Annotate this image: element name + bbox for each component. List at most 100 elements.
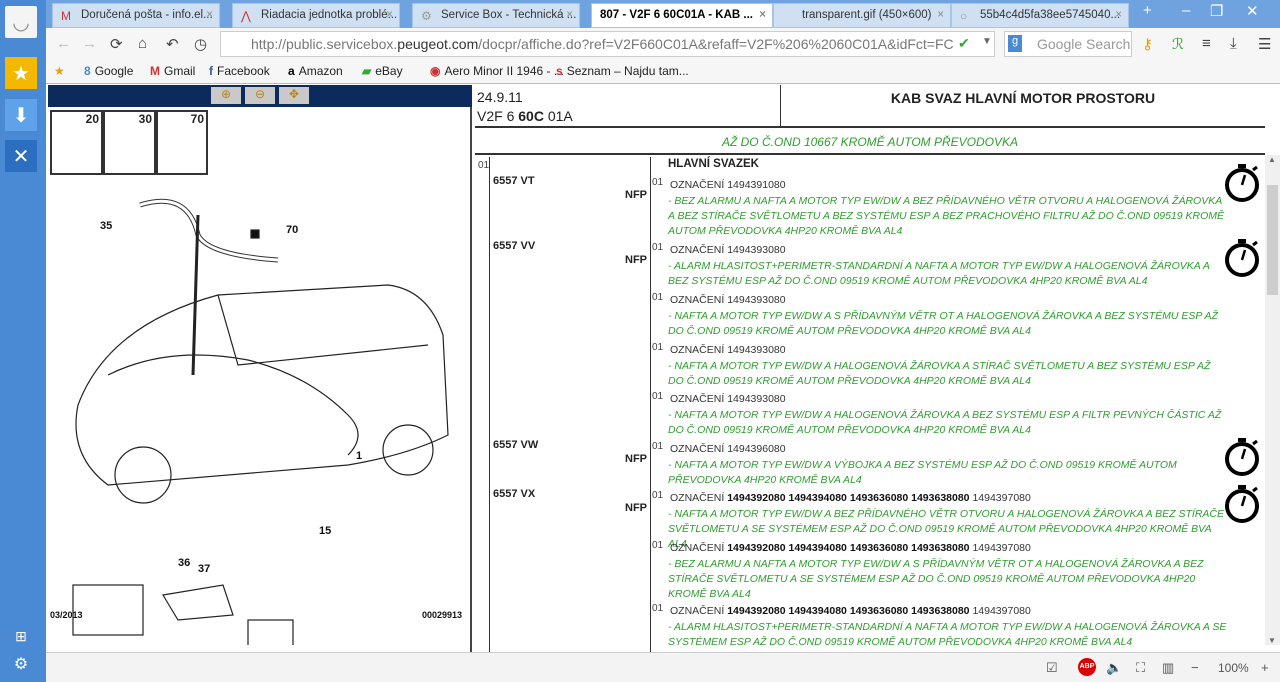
key-icon[interactable]: ⚷ [1142, 35, 1153, 53]
zoom-out-icon[interactable]: ⊖ [245, 87, 275, 104]
download-arrow-icon[interactable]: ⬇ [5, 99, 37, 131]
zoom-in-button[interactable]: + [1261, 660, 1269, 675]
tab-label: Doručená pošta - info.el... [81, 9, 213, 21]
new-tab-icon[interactable]: + [1143, 2, 1152, 19]
bookmark-6[interactable]: s Seznam – Najdu tam... [556, 64, 689, 78]
bookmark-label: eBay [375, 64, 403, 78]
close-tab-icon[interactable]: × [1115, 9, 1122, 21]
part-number: 6557 VW [493, 439, 539, 451]
page-icon: ○ [960, 9, 968, 23]
settings-gear-icon[interactable]: ⚙ [5, 648, 37, 680]
ebay-icon: ▰ [362, 64, 372, 78]
address-bar[interactable]: http://public.servicebox.peugeot.com/doc… [220, 31, 995, 57]
back-icon[interactable]: ← [56, 35, 71, 52]
lastpass-icon[interactable]: ℛ [1172, 35, 1184, 53]
fullscreen-icon[interactable]: ⛶ [1136, 660, 1145, 676]
code-part: V2F 6 [477, 108, 519, 124]
sound-icon[interactable]: 🔈 [1106, 660, 1122, 676]
forward-icon[interactable]: → [82, 35, 97, 52]
callout-36: 36 [178, 557, 191, 569]
thumb-part-70[interactable]: 70 [156, 110, 208, 175]
sidebar: ◡ ★ ⬇ ✕ ⊞ ⚙ [0, 0, 46, 682]
main-menu-icon[interactable]: ☰ [1258, 35, 1271, 53]
google-engine-icon[interactable]: g [1008, 35, 1022, 52]
zoom-in-icon[interactable]: ⊕ [211, 87, 241, 104]
history-clock-icon[interactable]: ◷ [194, 35, 207, 53]
activity-icon[interactable]: ☑ [1046, 660, 1058, 676]
reference-bold: 1494392080 1494394080 1493636080 1493638… [727, 492, 970, 504]
stopwatch-icon[interactable] [1223, 435, 1261, 477]
thumb-number: 30 [138, 112, 152, 126]
tab-0[interactable]: M Doručená pošta - info.el... × [52, 3, 220, 28]
close-tab-icon[interactable]: × [386, 9, 393, 21]
quantity: 01 [652, 177, 664, 188]
close-tab-icon[interactable]: × [566, 9, 573, 21]
smiley-icon[interactable]: ◡ [5, 6, 37, 38]
bookmark-0[interactable]: 8 Google [84, 64, 133, 78]
close-tab-icon[interactable]: × [206, 9, 213, 21]
reference-label: OZNAČENÍ [670, 443, 725, 455]
home-icon[interactable]: ⌂ [138, 35, 147, 52]
stopwatch-icon[interactable] [1223, 236, 1261, 278]
diagram-toolbar: ⊕ ⊖ ✥ [48, 85, 472, 107]
thumb-number: 20 [85, 112, 99, 126]
bookmark-label: Google [94, 64, 134, 78]
part-number: 6557 VX [493, 488, 536, 500]
adblock-icon[interactable]: ABP [1078, 658, 1096, 676]
callout-15: 15 [319, 525, 332, 537]
doc-header: 24.9.11 V2F 6 60C 01A KAB SVAZ HLAVNÍ MO… [475, 85, 1265, 128]
tab-4[interactable]: transparent.gif (450×600) × [773, 3, 951, 28]
plug-icon[interactable]: ✔ [958, 35, 970, 52]
stopwatch-icon[interactable] [1223, 482, 1261, 524]
bookmark-5[interactable]: ◉ Aero Minor II 1946 - ... [430, 64, 564, 78]
url-dropdown-icon[interactable]: ▼ [982, 36, 992, 47]
tab-5[interactable]: ○ 55b4c4d5fa38ee5745040... × [951, 3, 1129, 28]
gmail-icon: M [150, 64, 160, 78]
reference-number: 1494391080 [727, 179, 786, 191]
reference-line: OZNAČENÍ 1494393080 [670, 393, 786, 405]
tab-1[interactable]: ⋀ Riadacia jednotka problé... × [232, 3, 400, 28]
bookmark-label: Amazon [298, 64, 343, 78]
thumb-part-30[interactable]: 30 [103, 110, 156, 175]
close-window-icon[interactable]: ✕ [1246, 2, 1259, 20]
bookmark-4[interactable]: ▰ eBay [362, 64, 403, 78]
bookmark-3[interactable]: a Amazon [288, 64, 343, 78]
doc-date: 24.9.11 [477, 89, 523, 105]
menu-dropdown-icon[interactable]: ≡ [1202, 35, 1211, 52]
reference-line: OZNAČENÍ 1494393080 [670, 244, 786, 256]
thumb-part-20[interactable]: 20 [50, 110, 103, 175]
close-tab-icon[interactable]: × [759, 9, 766, 21]
part-number: 6557 VV [493, 240, 536, 252]
stopwatch-icon[interactable] [1223, 161, 1261, 203]
tools-icon[interactable]: ✕ [5, 140, 37, 172]
close-tab-icon[interactable]: × [937, 9, 944, 21]
undo-icon[interactable]: ↶ [166, 35, 179, 53]
search-placeholder: Google Search [1037, 36, 1131, 52]
star-icon[interactable]: ★ [5, 57, 37, 89]
search-input[interactable]: Google Search [1004, 31, 1132, 57]
bookmark-label: Aero Minor II 1946 - ... [444, 64, 564, 78]
reference-line: OZNAČENÍ 1494396080 [670, 443, 786, 455]
split-view-icon[interactable]: ▥ [1162, 660, 1174, 676]
tab-label: Service Box - Technická ... [441, 9, 577, 21]
zoom-out-button[interactable]: − [1191, 660, 1199, 675]
tab-3[interactable]: 807 - V2F 6 60C01A - KAB ... × [591, 3, 773, 28]
bookmark-2[interactable]: f Facebook [209, 64, 270, 78]
pan-zoom-icon[interactable]: ✥ [279, 87, 309, 104]
code-part: 01A [543, 108, 573, 124]
minimize-icon[interactable]: – [1182, 2, 1190, 19]
tab-2[interactable]: ⚙ Service Box - Technická ... × [412, 3, 580, 28]
nfp-label: NFP [625, 254, 647, 266]
bookmark-1[interactable]: M Gmail [150, 64, 195, 78]
download-icon[interactable]: ⤓ [1230, 35, 1237, 52]
reference-line: OZNAČENÍ 1494393080 [670, 294, 786, 306]
google-icon: 8 [84, 64, 91, 78]
reference-label: OZNAČENÍ [670, 244, 725, 256]
tab-label: 807 - V2F 6 60C01A - KAB ... [600, 9, 753, 21]
restore-icon[interactable]: ❐ [1210, 2, 1223, 20]
vertical-scrollbar[interactable]: ▲ ▼ [1265, 155, 1280, 645]
reload-icon[interactable]: ⟳ [110, 35, 123, 53]
url-prefix: http://public.servicebox. [251, 36, 398, 52]
bookmarks-star-icon[interactable]: ★ [54, 64, 65, 78]
reference-number: 1494397080 [972, 492, 1031, 504]
